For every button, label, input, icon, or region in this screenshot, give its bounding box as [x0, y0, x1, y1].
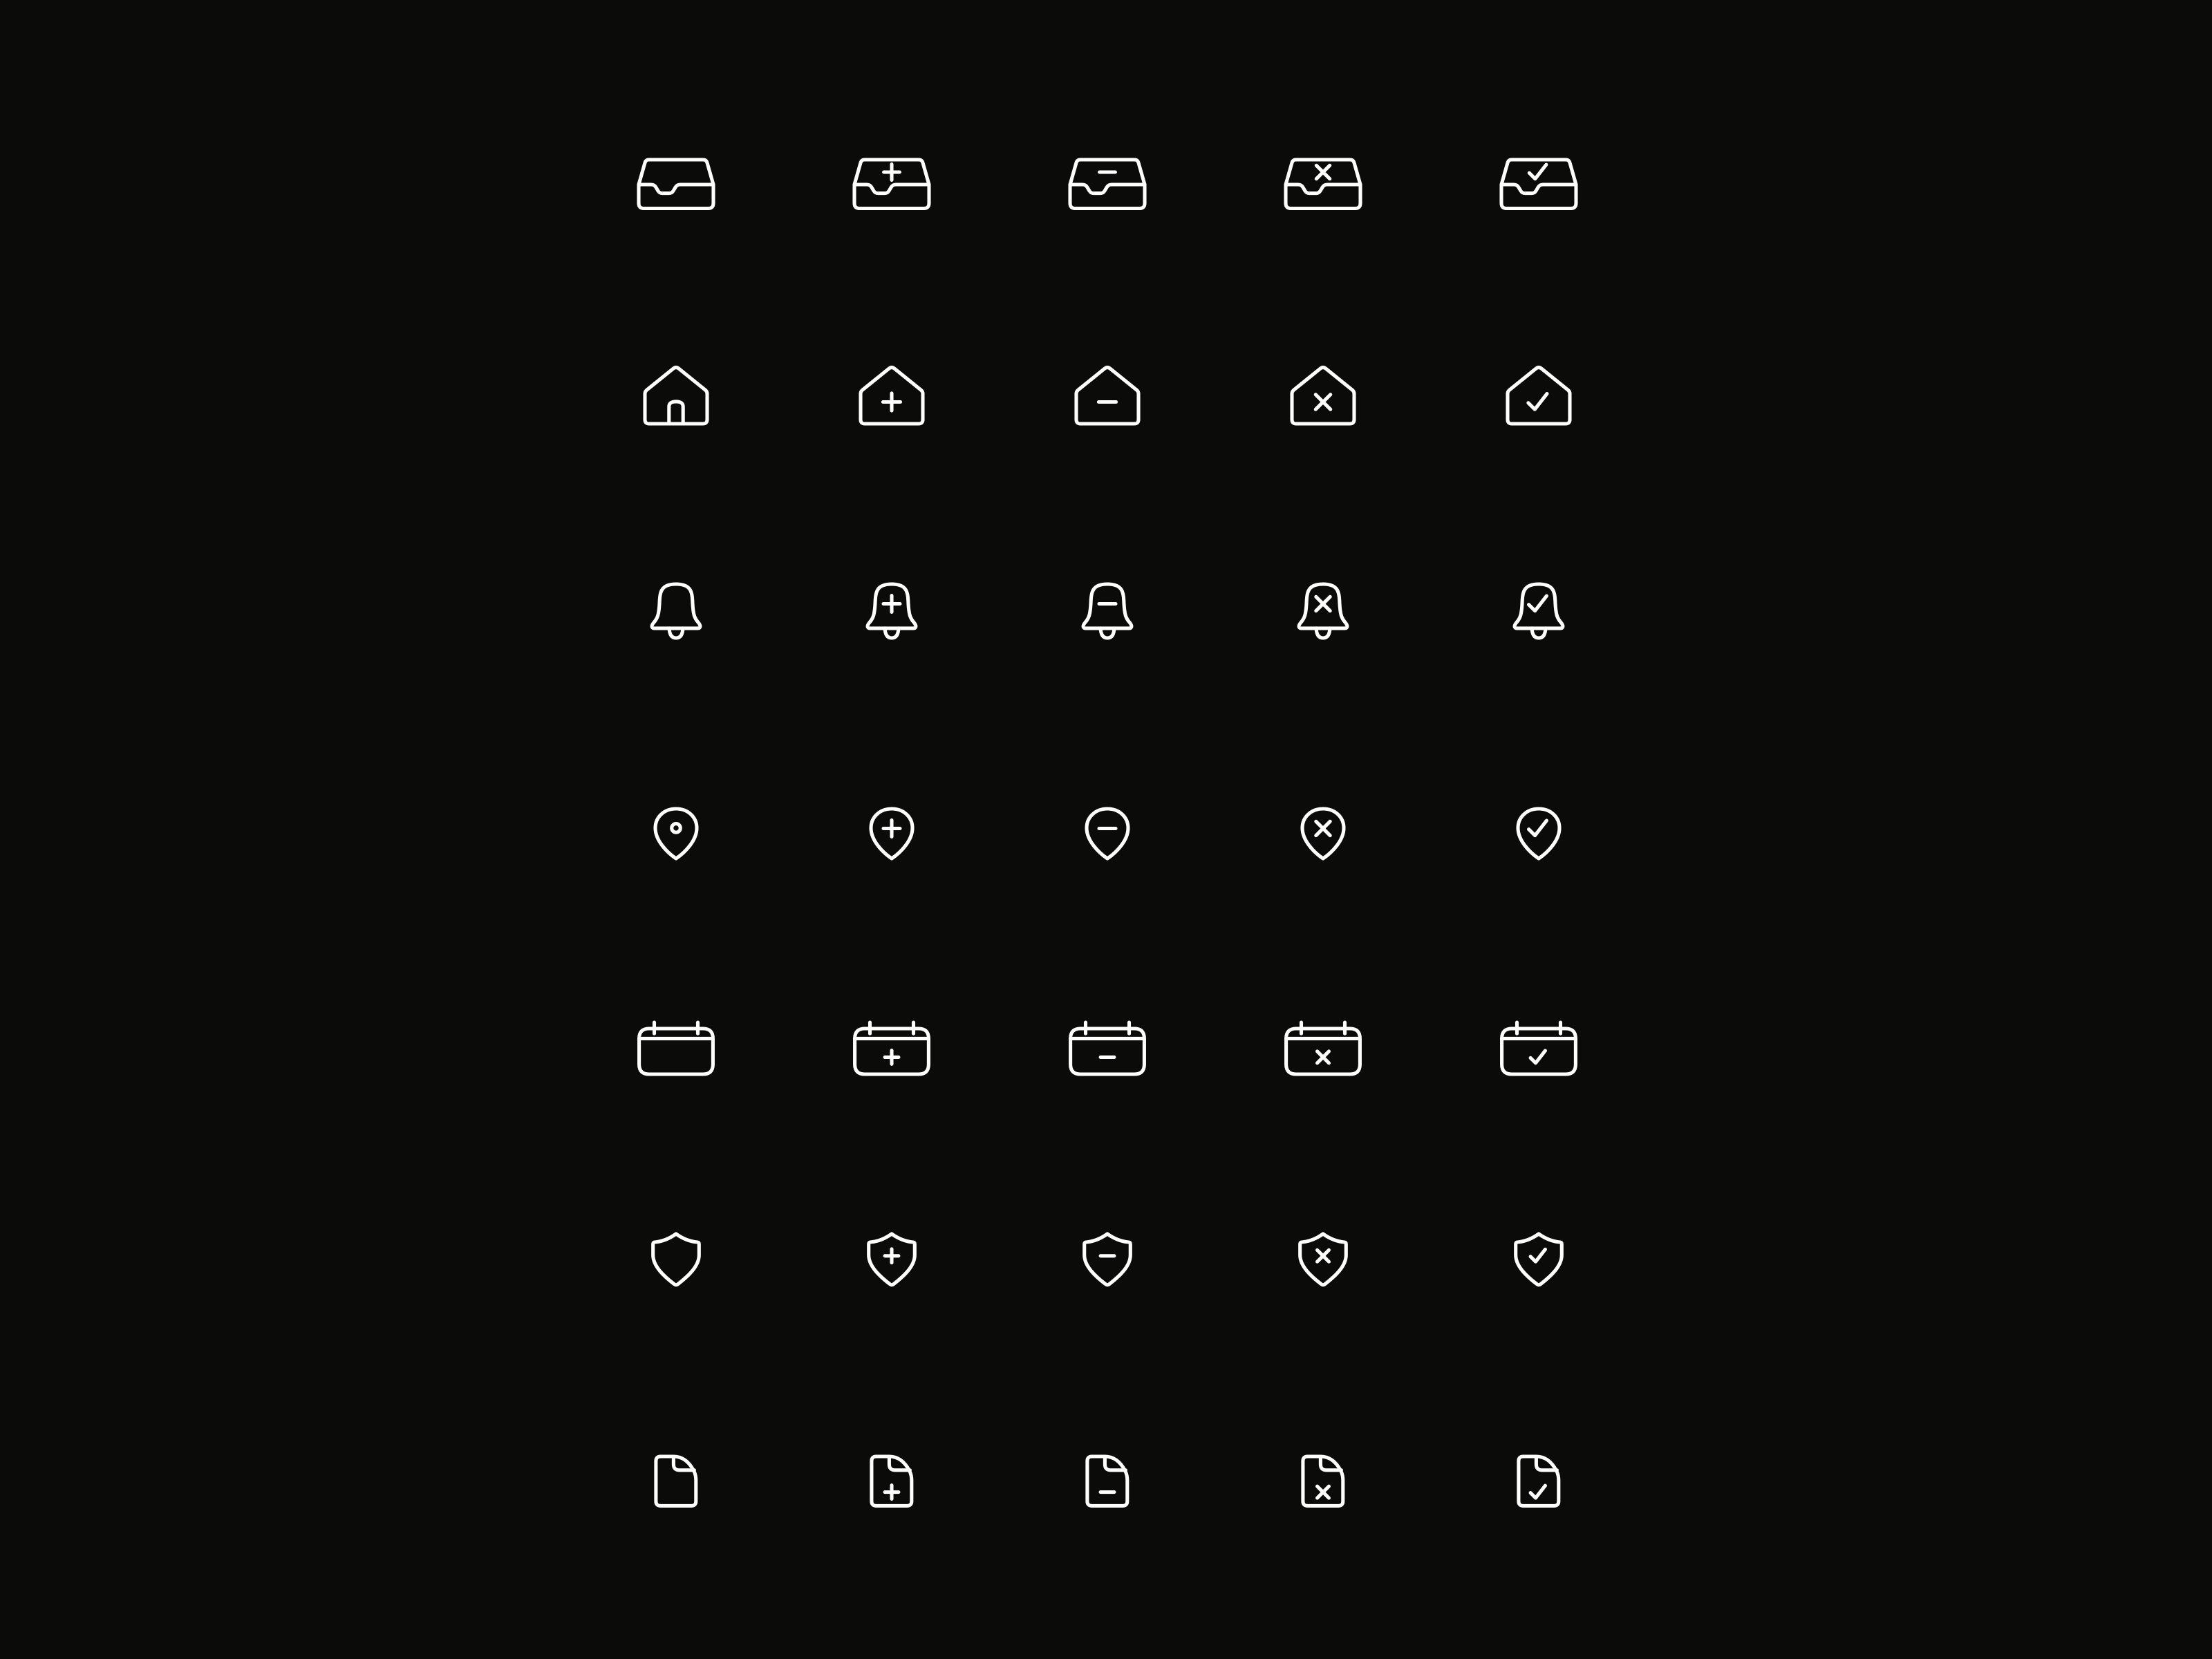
inbox-plus-icon	[830, 124, 954, 249]
location-pin-minus-icon	[1045, 771, 1170, 896]
home-x-icon	[1261, 341, 1385, 465]
bell-minus-icon	[1045, 557, 1170, 682]
file-minus-icon	[1045, 1423, 1170, 1548]
inbox-check-icon	[1477, 124, 1601, 249]
shield-plus-icon	[830, 1205, 954, 1329]
home-icon	[614, 341, 738, 465]
location-pin-icon	[614, 771, 738, 896]
file-x-icon	[1261, 1423, 1385, 1548]
calendar-check-icon	[1477, 989, 1601, 1114]
shield-minus-icon	[1045, 1205, 1170, 1329]
file-check-icon	[1477, 1423, 1601, 1548]
bell-x-icon	[1261, 557, 1385, 682]
inbox-x-icon	[1261, 124, 1385, 249]
location-pin-x-icon	[1261, 771, 1385, 896]
home-check-icon	[1477, 341, 1601, 465]
location-pin-check-icon	[1477, 771, 1601, 896]
file-icon	[614, 1423, 738, 1548]
bell-icon	[614, 557, 738, 682]
bell-plus-icon	[830, 557, 954, 682]
calendar-x-icon	[1261, 989, 1385, 1114]
file-plus-icon	[830, 1423, 954, 1548]
home-minus-icon	[1045, 341, 1170, 465]
location-pin-plus-icon	[830, 771, 954, 896]
shield-x-icon	[1261, 1205, 1385, 1329]
calendar-plus-icon	[830, 989, 954, 1114]
calendar-icon	[614, 989, 738, 1114]
inbox-icon	[614, 124, 738, 249]
shield-check-icon	[1477, 1205, 1601, 1329]
icon-set-canvas	[0, 0, 2212, 1659]
home-plus-icon	[830, 341, 954, 465]
inbox-minus-icon	[1045, 124, 1170, 249]
bell-check-icon	[1477, 557, 1601, 682]
calendar-minus-icon	[1045, 989, 1170, 1114]
shield-icon	[614, 1205, 738, 1329]
